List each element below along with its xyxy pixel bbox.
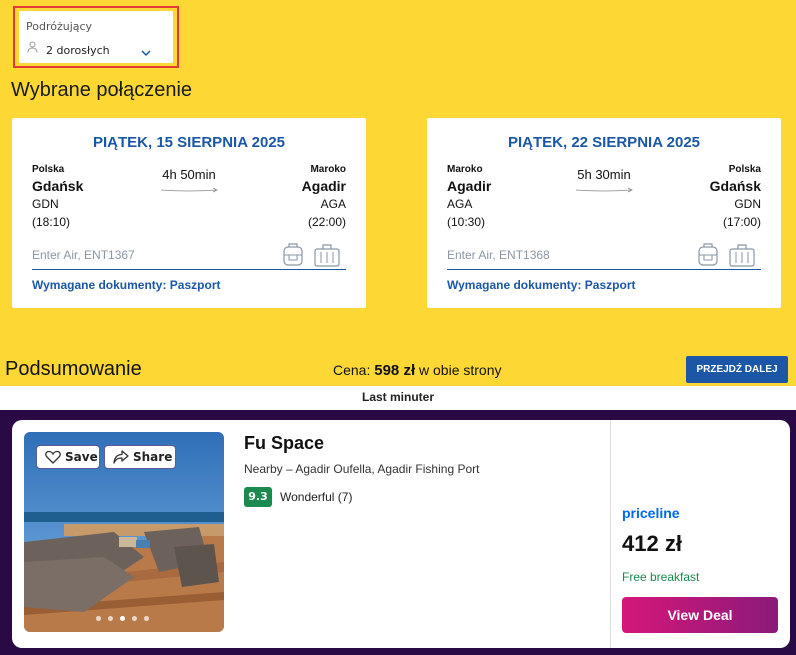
- carousel-dot[interactable]: [144, 616, 149, 621]
- save-label: Save: [65, 450, 98, 464]
- backpack-icon: [698, 243, 718, 266]
- divider: [447, 269, 761, 270]
- divider: [32, 269, 346, 270]
- carousel-dot[interactable]: [96, 616, 101, 621]
- travelers-label: Podróżujący: [26, 20, 93, 33]
- destination-city: Agadir: [301, 178, 346, 194]
- required-documents: Wymagane dokumenty: Paszport: [447, 278, 636, 292]
- proceed-button[interactable]: PRZEJDŹ DALEJ: [686, 356, 788, 383]
- origin-code: AGA: [447, 197, 473, 211]
- destination-time: (22:00): [307, 215, 346, 229]
- selected-connection-title: Wybrane połączenie: [11, 79, 193, 101]
- share-button[interactable]: Share: [104, 445, 176, 469]
- destination-country: Maroko: [310, 164, 346, 175]
- flight-number: Enter Air, ENT1367: [32, 248, 135, 262]
- hotel-location: Nearby – Agadir Oufella, Agadir Fishing …: [244, 462, 480, 476]
- origin-time: (10:30): [447, 215, 486, 229]
- carousel-dot-active[interactable]: [120, 616, 125, 621]
- flight-date: PIĄTEK, 22 SIERPNIA 2025: [507, 134, 701, 151]
- priceline-logo: priceline: [622, 505, 680, 521]
- card-divider: [610, 420, 611, 648]
- flight-date: PIĄTEK, 15 SIERPNIA 2025: [92, 134, 286, 151]
- flight-number: Enter Air, ENT1368: [447, 248, 550, 262]
- free-breakfast-label: Free breakfast: [622, 570, 700, 584]
- user-icon: [27, 41, 38, 53]
- return-flight-card: PIĄTEK, 22 SIERPNIA 2025 Maroko Agadir A…: [427, 118, 781, 308]
- save-button[interactable]: Save: [36, 445, 100, 469]
- share-label: Share: [133, 450, 173, 464]
- total-price: Cena: 598 zł w obie strony: [333, 362, 502, 379]
- hotel-name[interactable]: Fu Space: [244, 433, 324, 454]
- outbound-flight-card: PIĄTEK, 15 SIERPNIA 2025 Polska Gdańsk G…: [12, 118, 366, 308]
- required-documents: Wymagane dokumenty: Paszport: [32, 278, 221, 292]
- view-deal-button[interactable]: View Deal: [622, 597, 778, 633]
- summary-title: Podsumowanie: [5, 358, 142, 380]
- destination-code: GDN: [734, 197, 761, 211]
- suitcase-icon: [729, 244, 755, 267]
- arrow-icon: [160, 187, 218, 193]
- travelers-value: 2 dorosłych: [46, 44, 110, 57]
- carousel-dot[interactable]: [132, 616, 137, 621]
- destination-code: AGA: [320, 197, 346, 211]
- carousel-dot[interactable]: [108, 616, 113, 621]
- origin-code: GDN: [32, 197, 59, 211]
- share-icon: [113, 450, 129, 464]
- price-suffix: w obie strony: [419, 362, 502, 378]
- price-label: Cena:: [333, 362, 371, 378]
- arrow-icon: [575, 187, 633, 193]
- price-value: 598 zł: [374, 362, 416, 379]
- destination-time: (17:00): [722, 215, 761, 229]
- hotel-price: 412 zł: [622, 531, 682, 556]
- lastminuter-logo: Last minuter: [361, 390, 434, 404]
- rating-badge: 9.3: [244, 487, 272, 507]
- chevron-down-icon: [141, 50, 151, 57]
- destination-country: Polska: [728, 164, 761, 175]
- backpack-icon: [283, 243, 303, 266]
- suitcase-icon: [314, 244, 340, 267]
- destination-city: Gdańsk: [709, 178, 761, 194]
- rating-text: Wonderful (7): [280, 490, 353, 504]
- origin-time: (18:10): [32, 215, 71, 229]
- travelers-selector[interactable]: Podróżujący 2 dorosłych: [19, 11, 173, 63]
- heart-icon: [45, 450, 61, 464]
- travelers-highlight: Podróżujący 2 dorosłych: [13, 6, 179, 68]
